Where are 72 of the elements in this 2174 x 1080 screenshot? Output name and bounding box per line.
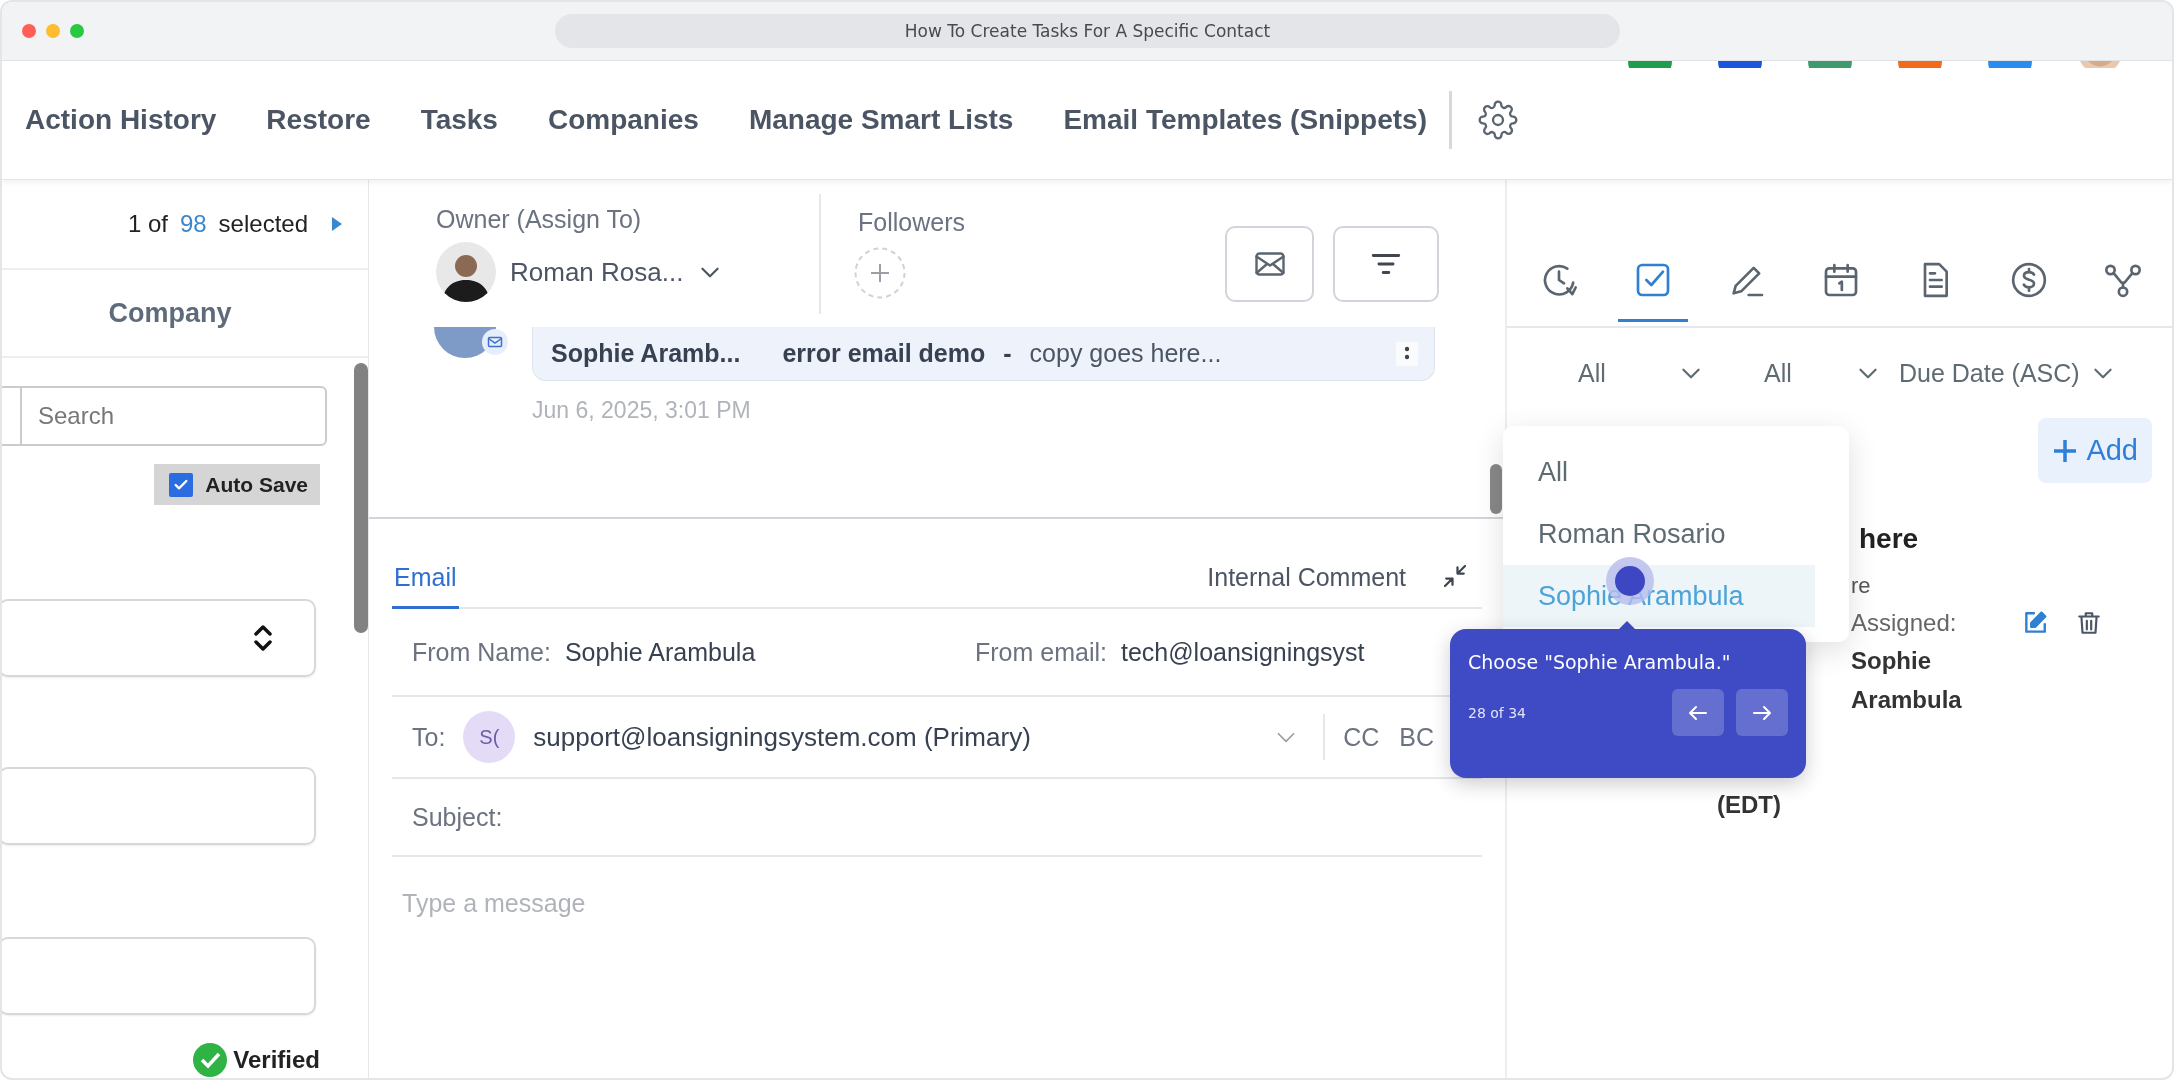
edit-icon[interactable] (2022, 610, 2049, 636)
email-button[interactable] (1225, 225, 1314, 302)
recipient-email: support@loansigningsystem.com (Primary) (533, 721, 1031, 753)
task-timezone: (EDT) (1717, 791, 1781, 819)
avatar-icon[interactable] (2078, 61, 2122, 68)
window-control-button[interactable] (70, 24, 84, 38)
check-circle-icon (193, 1043, 228, 1077)
field-label: Subject: (412, 802, 503, 832)
dropdown-field[interactable] (2, 599, 316, 677)
field-label: Followers (858, 208, 965, 237)
nav-link[interactable]: Email Templates (Snippets) (1063, 104, 1427, 136)
task-title: here (1859, 523, 1920, 555)
trash-icon[interactable] (2076, 610, 2103, 636)
settings-icon[interactable] (1478, 100, 1518, 140)
recipient-avatar: S( (463, 711, 516, 763)
next-arrow-icon[interactable] (330, 215, 344, 233)
timestamp: Jun 6, 2025, 3:01 PM (532, 397, 752, 424)
dollar-icon (2009, 260, 2049, 300)
bcc-link[interactable]: BC (1399, 722, 1434, 752)
owner-dropdown[interactable]: Roman Rosa... (510, 256, 684, 288)
previous-button[interactable] (1672, 689, 1724, 736)
composer-tab[interactable]: Internal Comment (1205, 563, 1408, 609)
more-icon[interactable] (1396, 341, 1418, 366)
email-preview: copy goes here... (1029, 339, 1222, 368)
selection-label: selected (218, 210, 308, 238)
assigned-label: Assigned: (1851, 609, 1957, 637)
checkbox[interactable] (169, 472, 194, 497)
assignee-name: Sophie Arambula (1851, 646, 1963, 715)
selection-total: 98 (179, 210, 207, 238)
tooltip-text: Choose "Sophie Arambula." (1468, 651, 1732, 673)
email-subject: error email demo (782, 339, 986, 368)
sender-name: Sophie Aramb... (551, 339, 741, 368)
task-description: re (1851, 573, 1872, 599)
nav-link[interactable]: Action History (25, 104, 217, 136)
dropdown-option[interactable]: Roman Rosario (1503, 503, 1815, 565)
separator: - (1003, 339, 1012, 368)
mail-badge-icon (482, 329, 508, 355)
nav-link[interactable]: Manage Smart Lists (748, 104, 1014, 136)
filter-dropdown[interactable]: Due Date (ASC) (1899, 358, 2116, 388)
field-label: From email: (975, 637, 1107, 667)
filter-button[interactable] (1333, 225, 1439, 302)
dropdown-option[interactable]: All (1503, 441, 1815, 503)
sort-arrows-icon (252, 623, 274, 653)
nav-link[interactable]: Tasks (420, 104, 498, 136)
filter-dropdown[interactable]: All (1578, 358, 1704, 388)
add-button[interactable]: Add (2038, 418, 2152, 483)
field-label: To: (412, 722, 446, 752)
next-button[interactable] (1736, 689, 1788, 736)
add-follower-icon[interactable] (854, 247, 906, 299)
verified-label: Verified (233, 1046, 320, 1074)
address-bar: How To Create Tasks For A Specific Contact (555, 14, 1620, 48)
field-value: Sophie Arambula (564, 637, 756, 667)
field-label: Owner (Assign To) (436, 205, 643, 234)
checkbox-label: Auto Save (205, 472, 308, 497)
input-field[interactable] (2, 937, 316, 1015)
scrollbar-thumb[interactable] (1490, 464, 1502, 514)
filter-dropdown[interactable]: All (1764, 358, 1881, 388)
auto-save-control[interactable]: Auto Save (154, 464, 320, 505)
column-header: Company (108, 297, 232, 329)
scrollbar-thumb[interactable] (354, 363, 368, 633)
nav-link[interactable]: Restore (266, 104, 371, 136)
field-label: From Name: (412, 637, 551, 667)
plus-icon (2052, 437, 2079, 464)
cc-link[interactable]: CC (1343, 722, 1380, 752)
nav-link[interactable]: Companies (547, 104, 699, 136)
composer-tab[interactable]: Email (392, 563, 459, 609)
message-field[interactable]: Type a message (400, 887, 1482, 1031)
field-value: tech@loansigningsyst (1120, 637, 1365, 667)
selection-count: 1 of (127, 210, 168, 238)
step-counter: 28 of 34 (1468, 704, 1528, 721)
input-field[interactable] (2, 767, 316, 845)
window-control-button[interactable] (22, 24, 36, 38)
